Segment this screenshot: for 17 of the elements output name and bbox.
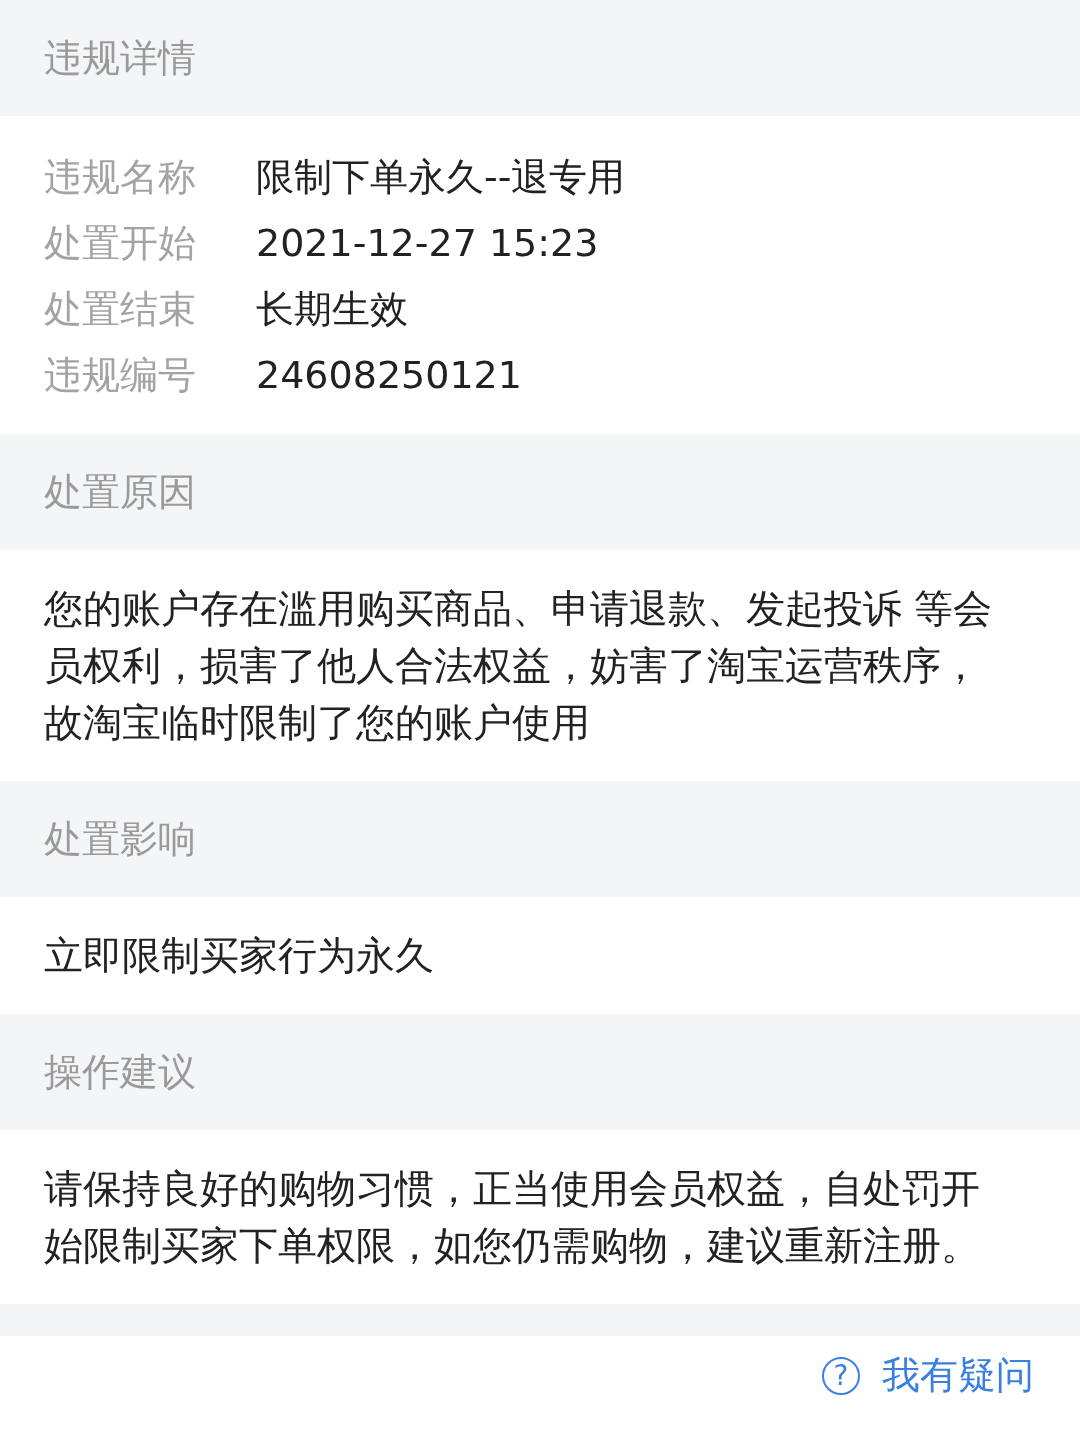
field-value: 限制下单永久--退专用 bbox=[256, 153, 626, 201]
field-value: 2021-12-27 15:23 bbox=[256, 221, 599, 265]
section-title: 违规详情 bbox=[44, 34, 196, 82]
section-text: 立即限制买家行为永久 bbox=[44, 932, 435, 980]
field-value: 24608250121 bbox=[256, 353, 522, 397]
section-text: 请保持良好的购物习惯，正当使用会员权益，自处罚开始限制买家下单权限，如您仍需购物，建议重新注册。 bbox=[44, 1165, 981, 1270]
help-icon: ? bbox=[822, 1356, 860, 1395]
field-label: 违规编号 bbox=[44, 351, 197, 399]
help-link[interactable]: ? 我有疑问 bbox=[822, 1350, 1034, 1401]
section-title: 处置影响 bbox=[44, 815, 196, 863]
field-label: 处置开始 bbox=[44, 219, 197, 267]
section-title: 操作建议 bbox=[44, 1048, 196, 1096]
field-value: 长期生效 bbox=[256, 285, 408, 333]
field-label: 违规名称 bbox=[44, 153, 197, 201]
section-title: 处置原因 bbox=[44, 468, 196, 516]
section-text: 您的账户存在滥用购买商品、申请退款、发起投诉 等会员权利，损害了他人合法权益，妨害了淘宝运营秩序，故淘宝临时限制了您的账户使用 bbox=[44, 585, 994, 747]
field-label: 处置结束 bbox=[44, 285, 197, 333]
